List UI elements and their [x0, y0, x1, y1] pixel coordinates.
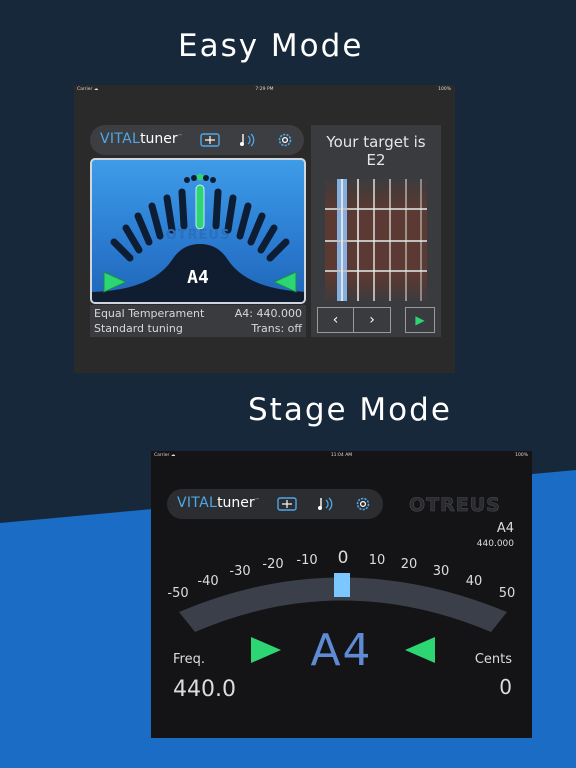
vitaltuner-logo: VITALtuner™: [100, 131, 183, 147]
battery-label: 100%: [438, 87, 451, 92]
frequency-label: Freq.: [173, 652, 205, 667]
tuning-label: Standard tuning: [94, 322, 183, 335]
tuning-info-panel: Equal Temperament A4: 440.000 Standard t…: [90, 305, 306, 337]
sound-wave-icon[interactable]: [238, 132, 258, 148]
tuning-fork-icon[interactable]: [200, 132, 220, 148]
cents-scale-label: 0: [338, 548, 349, 568]
cents-label: Cents: [474, 652, 512, 667]
app-header: VITALtuner™: [90, 125, 304, 155]
cents-scale-label: -40: [197, 574, 218, 589]
target-text: Your target is E2: [326, 133, 426, 169]
clock-label: 7:29 PM: [255, 87, 274, 92]
cents-scale-label: -30: [229, 564, 250, 579]
cents-value: 0: [499, 675, 512, 699]
frequency-value: 440.0: [173, 677, 236, 702]
stage-mode-screenshot: Carrier ☁ 11:04 AM 100% VITALtuner™ OTRE…: [151, 451, 532, 738]
gear-icon[interactable]: [275, 131, 295, 149]
play-tone-button[interactable]: ▶: [405, 307, 435, 333]
tuner-display: OTREUS A4: [90, 158, 306, 304]
cents-scale-label: -10: [296, 553, 317, 568]
easy-mode-screenshot: Carrier ☁ 7:29 PM 100% VITALtuner™ OTREU…: [74, 85, 455, 373]
cents-scale-label: 10: [369, 553, 386, 568]
cents-scale-label: 50: [499, 586, 516, 601]
status-bar: Carrier ☁ 7:29 PM 100%: [74, 85, 455, 95]
previous-string-button[interactable]: ‹: [317, 307, 354, 333]
note-display: A4: [187, 267, 209, 288]
cents-scale-label: -50: [167, 586, 188, 601]
easy-mode-heading: Easy Mode: [178, 28, 364, 64]
temperament-label: Equal Temperament: [94, 307, 205, 320]
cents-scale-label: 40: [466, 574, 483, 589]
carrier-label: Carrier ☁: [77, 87, 99, 92]
note-display: A4: [310, 625, 373, 676]
next-string-button[interactable]: ›: [354, 307, 391, 333]
cents-scale-label: 30: [433, 564, 450, 579]
transpose-label: Trans: off: [251, 322, 302, 335]
cents-indicator: [334, 573, 350, 597]
fretboard: [325, 179, 427, 301]
cents-scale-label: -20: [262, 557, 283, 572]
string-target-panel: Your target is E2 ‹ › ▶: [311, 125, 441, 337]
cents-scale-label: 20: [401, 557, 418, 572]
otreus-brand: OTREUS: [165, 228, 231, 243]
reference-pitch-label: A4: 440.000: [234, 307, 302, 320]
stage-mode-heading: Stage Mode: [248, 392, 452, 428]
